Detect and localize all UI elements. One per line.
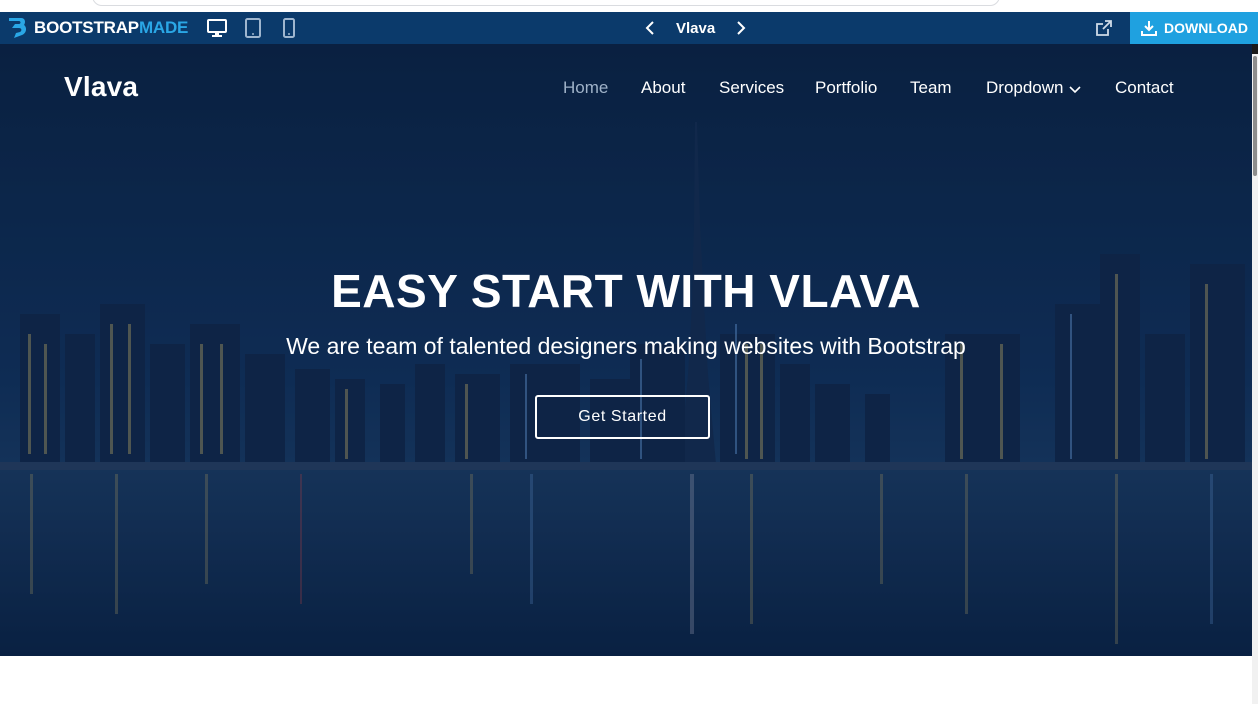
template-name: Vlava <box>676 19 716 37</box>
nav-portfolio[interactable]: Portfolio <box>815 78 877 98</box>
get-started-button[interactable]: Get Started <box>535 395 710 439</box>
scrollbar-thumb[interactable] <box>1253 56 1257 176</box>
download-button[interactable]: DOWNLOAD <box>1130 12 1258 44</box>
chevron-down-icon <box>1068 85 1081 93</box>
preview-toolbar: BOOTSTRAPMADE Vlava DOWNLOAD <box>0 12 1258 44</box>
chevron-left-icon[interactable] <box>640 17 662 39</box>
chevron-right-icon[interactable] <box>729 17 751 39</box>
bootstrapmade-wordmark: BOOTSTRAPMADE <box>34 18 189 37</box>
hero-section: Vlava Home About Services Portfolio Team… <box>0 44 1252 656</box>
hero-title: EASY START WITH VLAVA <box>331 265 921 317</box>
main-navigation: Home About Services Portfolio Team Dropd… <box>0 78 1252 100</box>
nav-team[interactable]: Team <box>910 78 952 98</box>
download-icon <box>1141 21 1157 36</box>
external-link-icon[interactable] <box>1094 18 1114 38</box>
nav-contact[interactable]: Contact <box>1115 78 1174 98</box>
desktop-icon[interactable] <box>206 17 228 39</box>
nav-dropdown[interactable]: Dropdown <box>986 78 1081 98</box>
download-label: DOWNLOAD <box>1164 20 1248 36</box>
browser-top-edge <box>0 0 1258 12</box>
scrollbar-cap <box>1252 44 1258 54</box>
mobile-icon[interactable] <box>278 17 300 39</box>
device-switcher <box>206 17 300 39</box>
bootstrapmade-logo-icon <box>9 18 27 38</box>
nav-about[interactable]: About <box>641 78 685 98</box>
hero-subtitle: We are team of talented designers making… <box>286 333 966 359</box>
nav-home[interactable]: Home <box>563 78 608 98</box>
tablet-icon[interactable] <box>242 17 264 39</box>
address-bar-edge[interactable] <box>92 0 1000 6</box>
template-switcher: Vlava <box>640 17 751 39</box>
page-scrollbar[interactable] <box>1252 44 1258 704</box>
bootstrapmade-logo[interactable]: BOOTSTRAPMADE <box>6 16 188 40</box>
nav-dropdown-label: Dropdown <box>986 78 1064 97</box>
nav-services[interactable]: Services <box>719 78 784 98</box>
